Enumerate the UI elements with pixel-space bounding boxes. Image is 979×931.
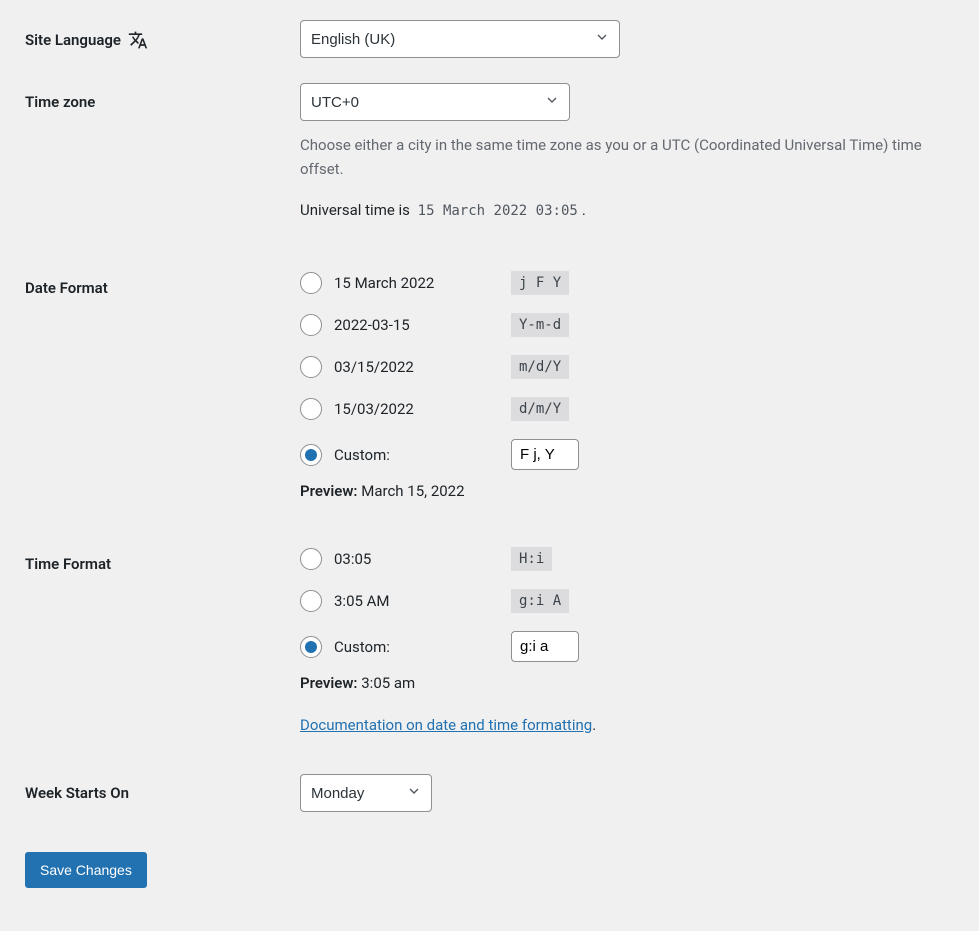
universal-time-text: Universal time is 15 March 2022 03:05.	[300, 201, 954, 219]
timezone-select[interactable]: UTC+0	[300, 83, 570, 121]
date-format-radio-1[interactable]	[300, 314, 322, 336]
time-format-custom-input[interactable]	[511, 631, 579, 662]
date-format-code-1: Y-m-d	[511, 313, 569, 337]
time-format-radio-1[interactable]	[300, 590, 322, 612]
site-language-label-text: Site Language	[25, 31, 121, 49]
date-format-custom-input[interactable]	[511, 439, 579, 470]
time-format-radio-custom[interactable]	[300, 636, 322, 658]
time-format-option-0[interactable]: 03:05	[334, 550, 499, 568]
translate-icon	[127, 30, 149, 50]
date-format-custom-label[interactable]: Custom:	[334, 446, 499, 464]
site-language-label: Site Language	[25, 20, 300, 50]
date-format-code-3: d/m/Y	[511, 397, 569, 421]
time-format-code-1: g:i A	[511, 589, 569, 613]
doc-link-wrapper: Documentation on date and time formattin…	[300, 716, 596, 734]
date-format-preview: Preview: March 15, 2022	[300, 482, 954, 500]
date-format-option-2[interactable]: 03/15/2022	[334, 358, 499, 376]
date-format-code-0: j F Y	[511, 271, 569, 295]
date-format-radio-3[interactable]	[300, 398, 322, 420]
time-format-option-1[interactable]: 3:05 AM	[334, 592, 499, 610]
time-format-code-0: H:i	[511, 547, 552, 571]
date-format-option-0[interactable]: 15 March 2022	[334, 274, 499, 292]
documentation-link[interactable]: Documentation on date and time formattin…	[300, 716, 592, 734]
week-starts-label: Week Starts On	[25, 774, 300, 802]
date-format-label: Date Format	[25, 269, 300, 297]
universal-time-value: 15 March 2022 03:05	[414, 201, 582, 221]
time-format-label: Time Format	[25, 545, 300, 573]
time-format-radio-0[interactable]	[300, 548, 322, 570]
timezone-label: Time zone	[25, 83, 300, 111]
time-format-custom-label[interactable]: Custom:	[334, 638, 499, 656]
time-format-preview: Preview: 3:05 am	[300, 674, 954, 692]
site-language-select[interactable]: English (UK)	[300, 20, 620, 58]
date-format-code-2: m/d/Y	[511, 355, 569, 379]
date-format-option-1[interactable]: 2022-03-15	[334, 316, 499, 334]
date-format-option-3[interactable]: 15/03/2022	[334, 400, 499, 418]
date-format-radio-custom[interactable]	[300, 444, 322, 466]
timezone-help-text: Choose either a city in the same time zo…	[300, 133, 940, 181]
save-changes-button[interactable]: Save Changes	[25, 852, 147, 888]
week-starts-select[interactable]: Monday	[300, 774, 432, 812]
date-format-radio-2[interactable]	[300, 356, 322, 378]
date-format-radio-0[interactable]	[300, 272, 322, 294]
